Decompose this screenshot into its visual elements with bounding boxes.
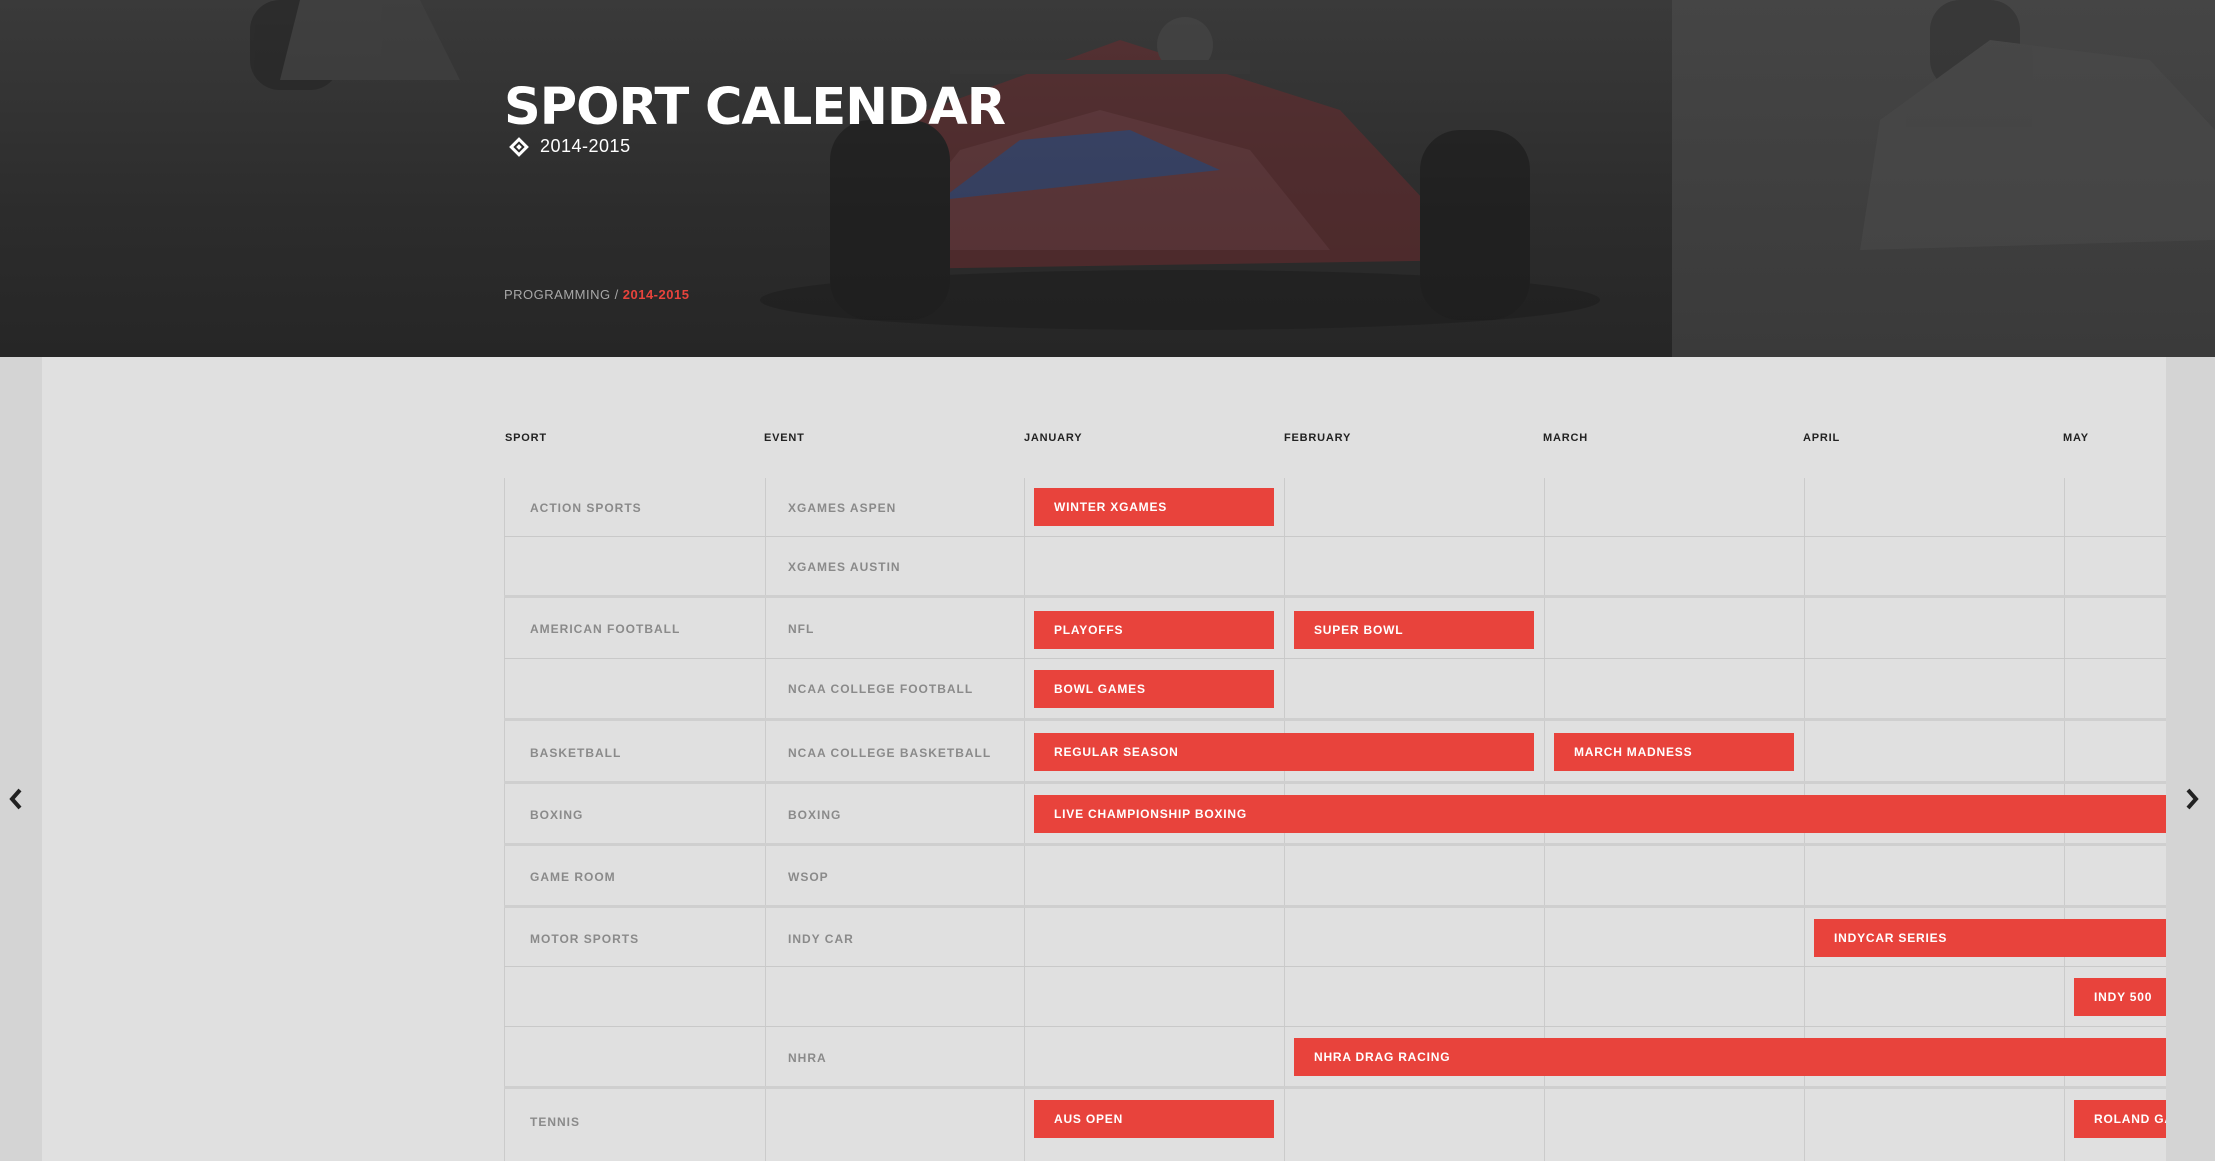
sport-cell: ACTION SPORTS [530,501,642,515]
right-gutter [2166,357,2215,1161]
event-cell: INDY CAR [788,932,854,946]
breadcrumb-current: 2014-2015 [622,287,690,302]
race-car-image [250,0,2215,330]
breadcrumb-separator: / [614,287,619,302]
event-cell: BOXING [788,808,842,822]
column-header-may: MAY [2063,432,2089,444]
season-label: 2014-2015 [509,136,631,157]
previous-arrow-button[interactable] [4,787,28,811]
sport-cell: AMERICAN FOOTBALL [530,622,681,636]
chevron-left-icon [9,788,22,810]
sport-cell: BASKETBALL [530,746,622,760]
column-header-march: MARCH [1543,432,1588,444]
sport-cell: BOXING [530,808,584,822]
chevron-right-icon [2186,788,2199,810]
breadcrumb: PROGRAMMING/2014-2015 [504,287,689,302]
breadcrumb-parent-link[interactable]: PROGRAMMING [504,287,611,302]
event-cell: XGAMES ASPEN [788,501,897,515]
column-header-january: JANUARY [1024,432,1083,444]
event-bar-march-madness[interactable]: MARCH MADNESS [1554,733,1794,771]
sport-cell: TENNIS [530,1115,581,1129]
table-row: GAME ROOM WSOP [504,846,2166,908]
column-header-sport: SPORT [505,432,547,444]
diamond-icon [509,136,529,157]
table-row: XGAMES AUSTIN [504,537,2166,598]
sport-cell: MOTOR SPORTS [530,932,640,946]
left-gutter [0,357,42,1161]
event-bar-indycar-series[interactable]: INDYCAR SERIES [1814,919,2166,957]
next-arrow-button[interactable] [2180,787,2204,811]
event-bar-super-bowl[interactable]: SUPER BOWL [1294,611,1534,649]
event-bar-winter-xgames[interactable]: WINTER XGAMES [1034,488,1274,526]
event-cell: NHRA [788,1051,827,1065]
column-header-february: FEBRUARY [1284,432,1352,444]
event-cell: XGAMES AUSTIN [788,560,901,574]
event-bar-playoffs[interactable]: PLAYOFFS [1034,611,1274,649]
table-row: TENNIS [504,1089,2166,1161]
event-cell: NCAA COLLEGE FOOTBALL [788,682,974,696]
event-bar-roland-garros[interactable]: ROLAND GA [2074,1100,2166,1138]
event-bar-live-championship-boxing[interactable]: LIVE CHAMPIONSHIP BOXING [1034,795,2166,833]
event-bar-indy-500[interactable]: INDY 500 [2074,978,2166,1016]
event-bar-aus-open[interactable]: AUS OPEN [1034,1100,1274,1138]
event-cell: NCAA COLLEGE BASKETBALL [788,746,992,760]
column-header-event: EVENT [764,432,805,444]
table-row [504,967,2166,1027]
calendar-grid: ACTION SPORTS XGAMES ASPEN XGAMES AUSTIN… [504,478,2166,1161]
event-cell: NFL [788,622,815,636]
event-cell: WSOP [788,870,829,884]
season-text: 2014-2015 [540,136,631,156]
event-bar-bowl-games[interactable]: BOWL GAMES [1034,670,1274,708]
page-title: SPORT CALENDAR [504,78,1006,137]
table-row: ACTION SPORTS XGAMES ASPEN [504,478,2166,537]
column-header-april: APRIL [1803,432,1840,444]
event-bar-nhra-drag-racing[interactable]: NHRA DRAG RACING [1294,1038,2166,1076]
event-bar-regular-season[interactable]: REGULAR SEASON [1034,733,1534,771]
sport-cell: GAME ROOM [530,870,616,884]
hero-banner: SPORT CALENDAR 2014-2015 PROGRAMMING/201… [0,0,2215,357]
table-row: NCAA COLLEGE FOOTBALL [504,659,2166,721]
